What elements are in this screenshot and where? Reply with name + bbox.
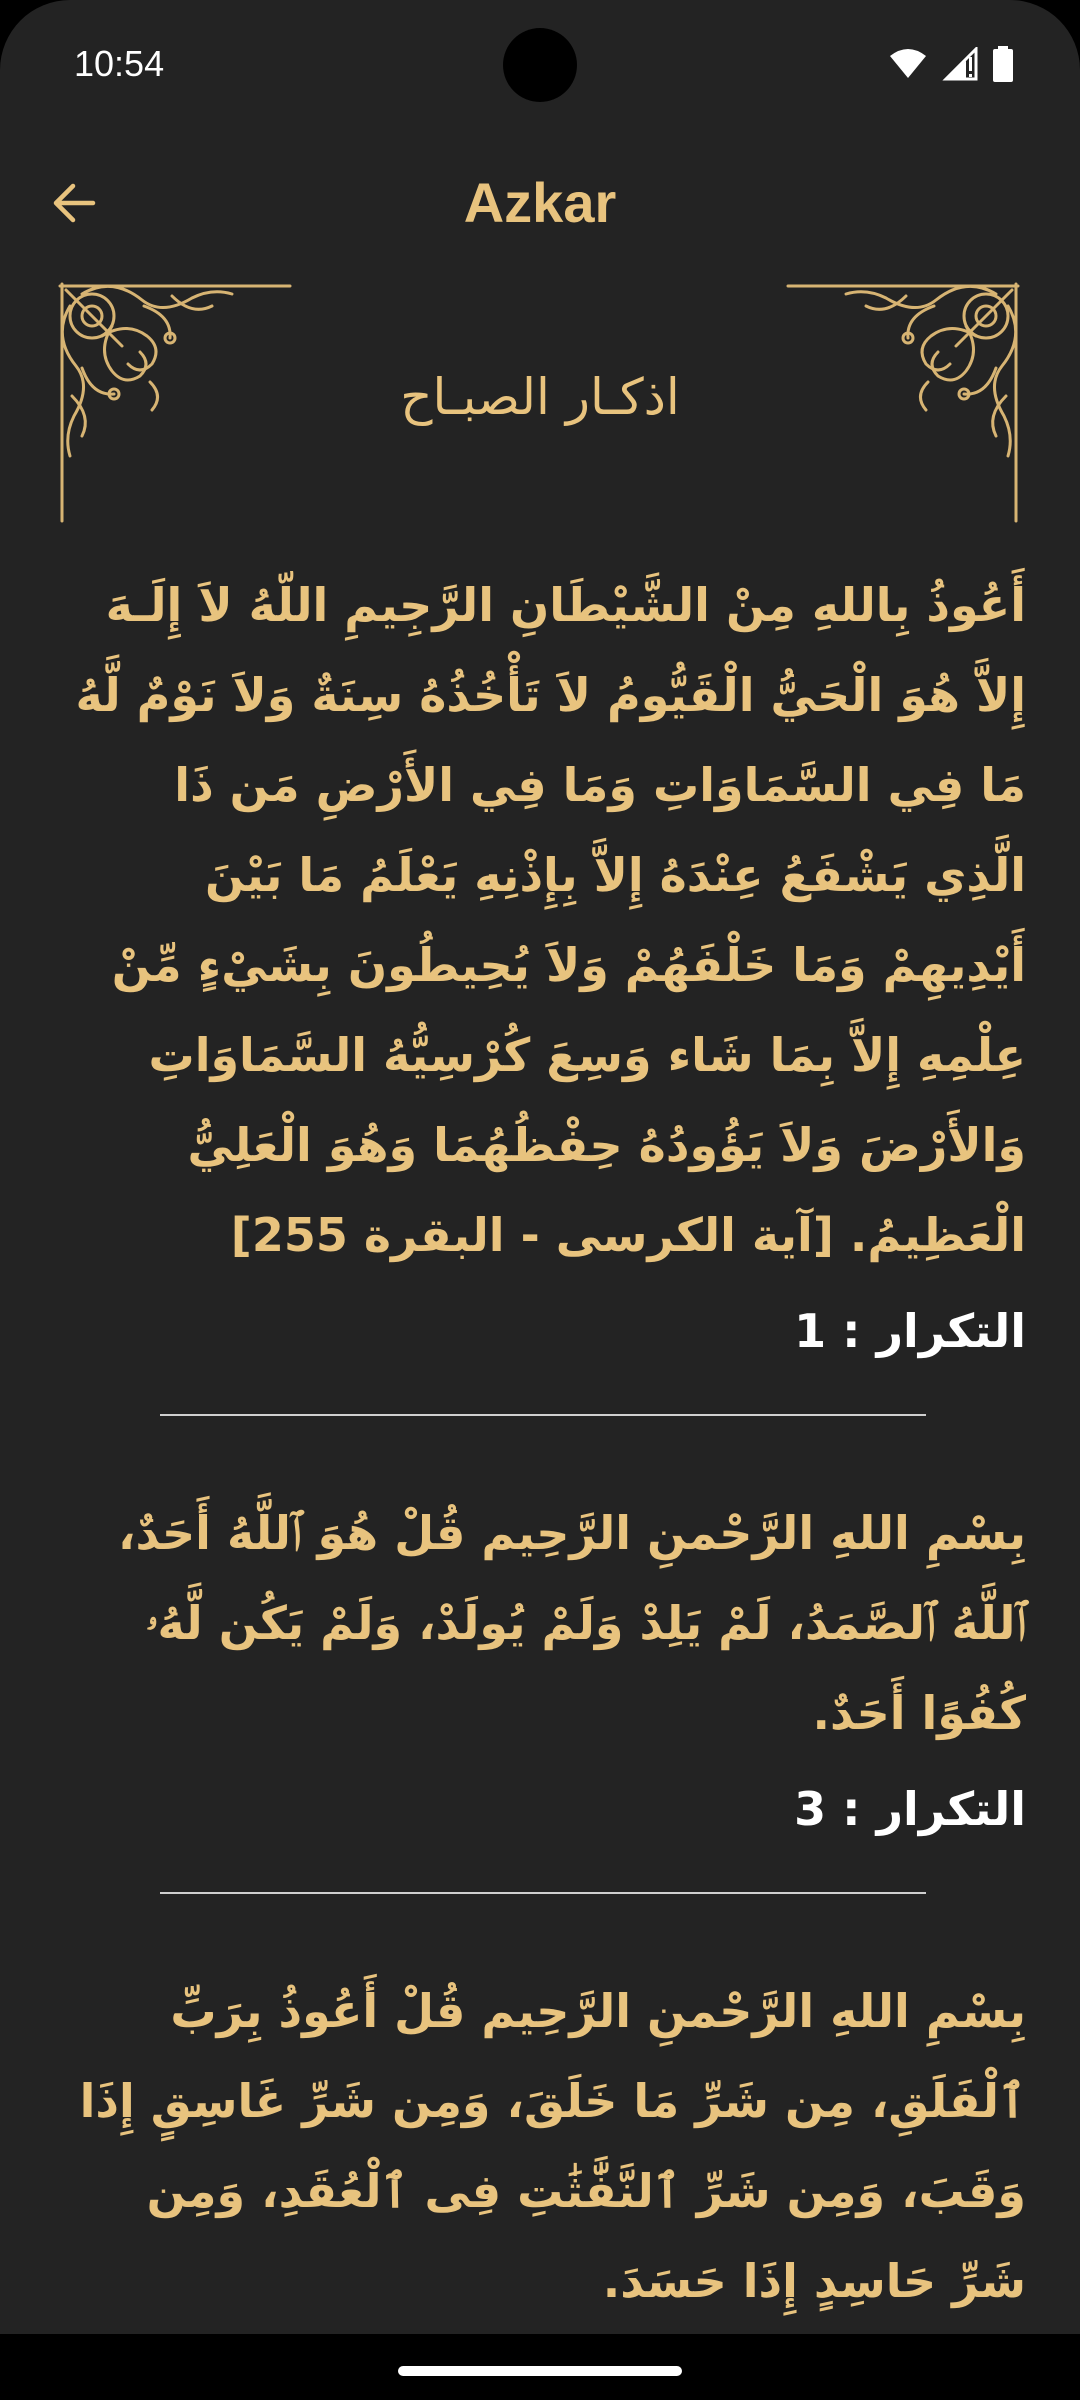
battery-icon	[993, 46, 1013, 82]
azkar-list: أَعُوذُ بِاللهِ مِنْ الشَّيْطَانِ الرَّج…	[60, 560, 1026, 2332]
status-icons	[888, 44, 1014, 84]
zikr-item: بِسْمِ اللهِ الرَّحْمنِ الرَّحِيم قُلْ ه…	[60, 1488, 1026, 1854]
zikr-item: أَعُوذُ بِاللهِ مِنْ الشَّيْطَانِ الرَّج…	[60, 560, 1026, 1376]
repeat-count: التكرار : 1	[794, 1304, 1026, 1358]
repeat-count: التكرار : 3	[794, 1782, 1026, 1836]
zikr-text: بِسْمِ اللهِ الرَّحْمنِ الرَّحِيم قُلْ أ…	[79, 1984, 1026, 2308]
camera-cutout	[503, 28, 577, 102]
divider	[160, 1892, 926, 1894]
zikr-text: أَعُوذُ بِاللهِ مِنْ الشَّيْطَانِ الرَّج…	[75, 578, 1026, 1262]
wifi-icon	[890, 49, 926, 78]
divider	[160, 1414, 926, 1416]
signal-icon	[942, 47, 978, 81]
zikr-text: بِسْمِ اللهِ الرَّحْمنِ الرَّحِيم قُلْ ه…	[117, 1506, 1026, 1740]
status-time: 10:54	[74, 43, 165, 84]
section-title: اذكـار الصبـاح	[400, 368, 680, 426]
zikr-item: بِسْمِ اللهِ الرَّحْمنِ الرَّحِيم قُلْ أ…	[60, 1966, 1026, 2326]
home-gesture-handle[interactable]	[398, 2366, 682, 2376]
app-title: Azkar	[463, 171, 617, 234]
screen: 10:54 Azkar اذكـار الصبـاح أَعُوذُ بِالل…	[0, 0, 1080, 2400]
